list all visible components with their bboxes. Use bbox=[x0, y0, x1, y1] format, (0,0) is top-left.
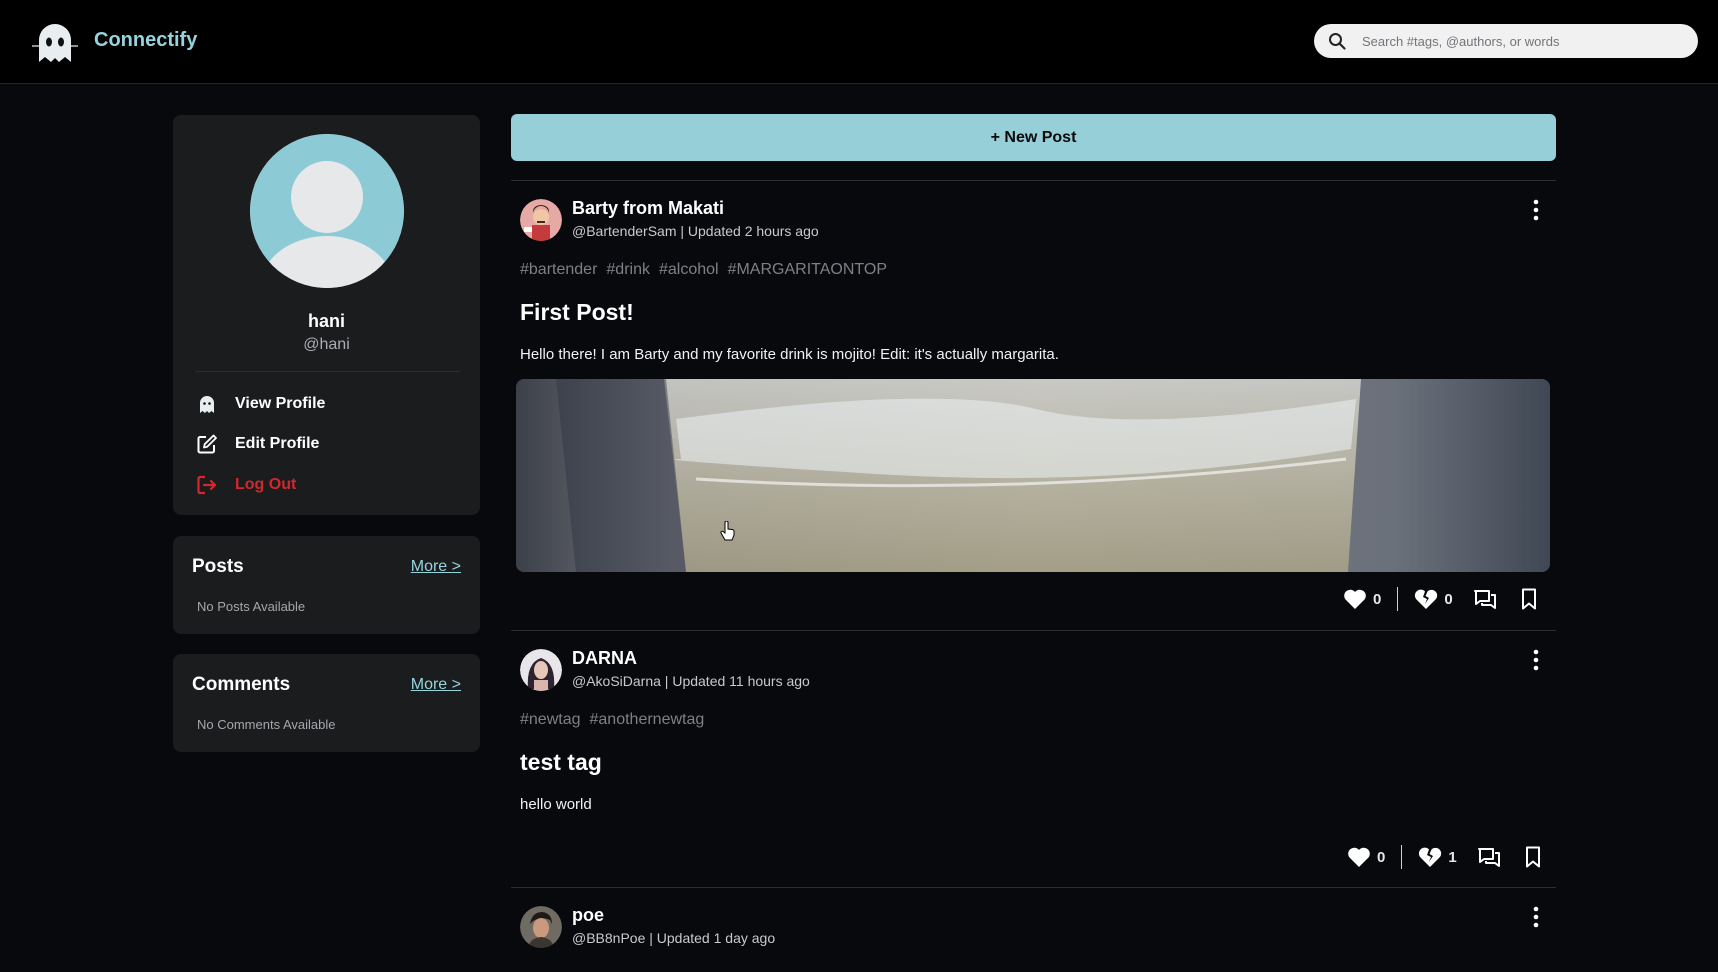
post-actions: 0 0 bbox=[1343, 586, 1541, 612]
divider bbox=[1401, 845, 1403, 869]
avatar[interactable] bbox=[520, 649, 562, 691]
view-profile-label: View Profile bbox=[235, 395, 326, 412]
post-card: poe @BB8nPoe | Updated 1 day ago bbox=[511, 905, 1556, 972]
post-tags: #bartender #drink #alcohol #MARGARITAONTOP bbox=[520, 261, 896, 279]
post-body: Hello there! I am Barty and my favorite … bbox=[520, 346, 1059, 363]
comment-icon bbox=[1473, 590, 1496, 609]
edit-profile-label: Edit Profile bbox=[235, 435, 320, 452]
cursor-hand-icon bbox=[720, 521, 735, 541]
like-button[interactable]: 0 bbox=[1347, 846, 1385, 868]
posts-more-link[interactable]: More > bbox=[411, 558, 461, 576]
comments-empty-text: No Comments Available bbox=[197, 717, 336, 732]
heart-icon bbox=[1348, 847, 1370, 867]
comments-card: Comments More > No Comments Available bbox=[173, 654, 480, 752]
dislike-button[interactable]: 1 bbox=[1418, 846, 1457, 868]
divider bbox=[511, 630, 1556, 631]
video-frame-image bbox=[516, 379, 1550, 572]
broken-heart-icon bbox=[1419, 847, 1442, 867]
bartender-avatar-icon bbox=[520, 199, 562, 241]
search-bar[interactable] bbox=[1314, 24, 1698, 58]
tag-link[interactable]: #MARGARITAONTOP bbox=[728, 261, 887, 278]
post-title: First Post! bbox=[520, 299, 634, 325]
default-avatar-icon bbox=[250, 134, 404, 288]
broken-heart-icon bbox=[1415, 589, 1438, 609]
search-icon bbox=[1329, 33, 1346, 50]
view-profile-link[interactable]: View Profile bbox=[196, 390, 325, 418]
app-brand[interactable]: Connectify bbox=[94, 29, 197, 52]
tag-link[interactable]: #newtag bbox=[520, 711, 581, 728]
posts-card: Posts More > No Posts Available bbox=[173, 536, 480, 634]
poe-avatar-icon bbox=[520, 906, 562, 948]
post-meta: @BB8nPoe | Updated 1 day ago bbox=[572, 930, 776, 946]
divider bbox=[511, 180, 1556, 181]
ghost-icon bbox=[200, 396, 214, 413]
edit-icon bbox=[197, 434, 217, 454]
edit-profile-link[interactable]: Edit Profile bbox=[196, 430, 319, 458]
like-count: 0 bbox=[1377, 848, 1386, 866]
post-author[interactable]: DARNA bbox=[572, 648, 637, 669]
bookmark-button[interactable] bbox=[1517, 588, 1541, 610]
posts-empty-text: No Posts Available bbox=[197, 599, 306, 614]
logout-label: Log Out bbox=[235, 476, 297, 493]
kebab-menu-icon[interactable] bbox=[1526, 649, 1546, 671]
post-video[interactable] bbox=[516, 379, 1550, 572]
search-input[interactable] bbox=[1362, 24, 1682, 58]
post-title: test tag bbox=[520, 749, 602, 775]
bookmark-button[interactable] bbox=[1521, 846, 1545, 868]
profile-handle: @hani bbox=[303, 336, 350, 353]
kebab-menu-icon[interactable] bbox=[1526, 906, 1546, 928]
logout-link[interactable]: Log Out bbox=[196, 471, 296, 499]
post-tags: #newtag #anothernewtag bbox=[520, 711, 713, 729]
dislike-count: 0 bbox=[1444, 590, 1453, 608]
post-body: hello world bbox=[520, 796, 592, 813]
tag-link[interactable]: #anothernewtag bbox=[590, 711, 705, 728]
divider bbox=[511, 887, 1556, 888]
logout-icon bbox=[197, 475, 217, 495]
post-meta: @BartenderSam | Updated 2 hours ago bbox=[572, 223, 819, 239]
avatar[interactable] bbox=[520, 906, 562, 948]
tag-link[interactable]: #drink bbox=[606, 261, 650, 278]
tag-link[interactable]: #bartender bbox=[520, 261, 597, 278]
like-count: 0 bbox=[1373, 590, 1382, 608]
divider bbox=[1397, 587, 1399, 611]
new-post-button[interactable]: + New Post bbox=[511, 114, 1556, 161]
dislike-count: 1 bbox=[1448, 848, 1457, 866]
bookmark-icon bbox=[1525, 846, 1540, 868]
ghost-logo-icon[interactable] bbox=[30, 18, 80, 66]
tag-link[interactable]: #alcohol bbox=[659, 261, 719, 278]
comment-button[interactable] bbox=[1477, 846, 1501, 868]
post-card: DARNA @AkoSiDarna | Updated 11 hours ago… bbox=[511, 648, 1556, 870]
divider bbox=[195, 371, 460, 372]
post-actions: 0 1 bbox=[1347, 844, 1545, 870]
comments-card-title: Comments bbox=[192, 674, 291, 695]
dislike-button[interactable]: 0 bbox=[1414, 588, 1453, 610]
post-author[interactable]: poe bbox=[572, 905, 604, 926]
bookmark-icon bbox=[1521, 588, 1536, 610]
profile-name: hani bbox=[307, 311, 345, 331]
avatar[interactable] bbox=[250, 134, 404, 288]
darna-avatar-icon bbox=[520, 649, 562, 691]
kebab-menu-icon[interactable] bbox=[1526, 199, 1546, 221]
heart-icon bbox=[1344, 589, 1366, 609]
avatar[interactable] bbox=[520, 199, 562, 241]
comment-button[interactable] bbox=[1473, 588, 1497, 610]
post-author[interactable]: Barty from Makati bbox=[572, 198, 724, 219]
post-meta: @AkoSiDarna | Updated 11 hours ago bbox=[572, 673, 810, 689]
top-bar: Connectify bbox=[0, 0, 1718, 84]
post-card: Barty from Makati @BartenderSam | Update… bbox=[511, 198, 1556, 619]
comments-more-link[interactable]: More > bbox=[411, 676, 461, 694]
comment-icon bbox=[1477, 848, 1500, 867]
like-button[interactable]: 0 bbox=[1343, 588, 1381, 610]
posts-card-title: Posts bbox=[192, 556, 244, 577]
